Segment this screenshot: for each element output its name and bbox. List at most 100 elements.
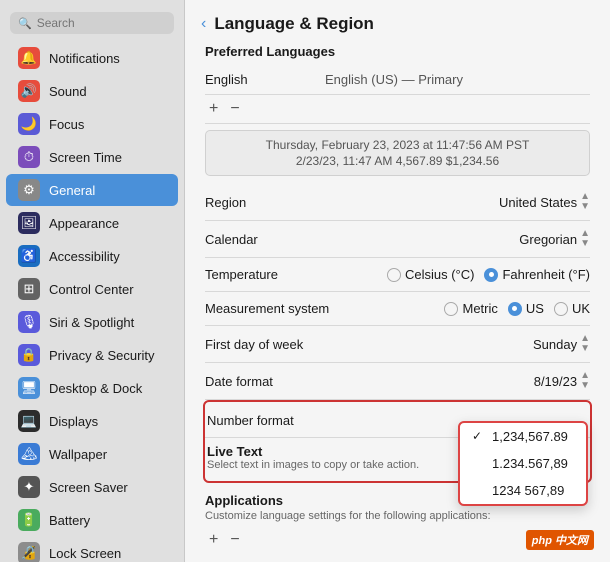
calendar-chevrons: ▲▼ <box>580 229 590 249</box>
region-select[interactable]: United States ▲▼ <box>499 192 590 212</box>
sidebar-item-label-screentime: Screen Time <box>49 150 122 165</box>
celsius-radio[interactable] <box>387 268 401 282</box>
sidebar-item-notifications[interactable]: 🔔 Notifications <box>6 42 178 74</box>
first-day-row: First day of week Sunday ▲▼ <box>205 326 590 363</box>
appearance-icon: 🖼 <box>18 212 40 234</box>
top-bar: ‹ Language & Region <box>185 0 610 44</box>
wallpaper-icon: 🏔 <box>18 443 40 465</box>
notifications-icon: 🔔 <box>18 47 40 69</box>
screensaver-icon: ✦ <box>18 476 40 498</box>
sidebar-item-label-wallpaper: Wallpaper <box>49 447 107 462</box>
desktop-icon: 🖥 <box>18 377 40 399</box>
focus-icon: 🌙 <box>18 113 40 135</box>
sidebar-item-siri[interactable]: 🎙 Siri & Spotlight <box>6 306 178 338</box>
sidebar-item-label-privacy: Privacy & Security <box>49 348 154 363</box>
measurement-radio-group: Metric US UK <box>444 301 590 316</box>
region-chevrons: ▲▼ <box>580 192 590 212</box>
calendar-row: Calendar Gregorian ▲▼ <box>205 221 590 258</box>
sidebar-item-privacy[interactable]: 🔒 Privacy & Security <box>6 339 178 371</box>
battery-icon: 🔋 <box>18 509 40 531</box>
metric-option[interactable]: Metric <box>444 301 497 316</box>
preferred-languages-title: Preferred Languages <box>205 44 590 59</box>
add-app-button[interactable]: + <box>205 532 222 548</box>
search-bar[interactable]: 🔍 <box>10 12 174 34</box>
sidebar-item-label-displays: Displays <box>49 414 98 429</box>
dropdown-item-us[interactable]: ✓ 1,234,567.89 <box>460 423 586 450</box>
first-day-value-container[interactable]: Sunday ▲▼ <box>365 334 590 354</box>
sidebar-item-wallpaper[interactable]: 🏔 Wallpaper <box>6 438 178 470</box>
search-input[interactable] <box>37 16 166 30</box>
date-format-row: Date format 8/19/23 ▲▼ <box>205 363 590 400</box>
first-day-chevrons: ▲▼ <box>580 334 590 354</box>
measurement-options: Metric US UK <box>365 301 590 316</box>
celsius-option[interactable]: Celsius (°C) <box>387 267 474 282</box>
content-area: Preferred Languages English English (US)… <box>185 44 610 562</box>
sidebar-item-general[interactable]: ⚙ General <box>6 174 178 206</box>
format-eu-label: 1.234.567,89 <box>492 456 568 471</box>
main-content: ‹ Language & Region Preferred Languages … <box>185 0 610 562</box>
calendar-select[interactable]: Gregorian ▲▼ <box>519 229 590 249</box>
sidebar-item-screentime[interactable]: ⏱ Screen Time <box>6 141 178 173</box>
date-format-select[interactable]: 8/19/23 ▲▼ <box>534 371 590 391</box>
sidebar-item-lockscreen[interactable]: 🔏 Lock Screen <box>6 537 178 562</box>
uk-option[interactable]: UK <box>554 301 590 316</box>
sidebar-item-label-sound: Sound <box>49 84 87 99</box>
first-day-select[interactable]: Sunday ▲▼ <box>533 334 590 354</box>
sound-icon: 🔊 <box>18 80 40 102</box>
fahrenheit-label: Fahrenheit (°F) <box>502 267 590 282</box>
us-option[interactable]: US <box>508 301 544 316</box>
sidebar-item-label-desktop: Desktop & Dock <box>49 381 142 396</box>
metric-label: Metric <box>462 301 497 316</box>
calendar-value: Gregorian <box>519 232 577 247</box>
preview-numbers: 2/23/23, 11:47 AM 4,567.89 $1,234.56 <box>218 154 577 168</box>
sidebar-item-accessibility[interactable]: ♿ Accessibility <box>6 240 178 272</box>
calendar-label: Calendar <box>205 232 365 247</box>
dropdown-item-space[interactable]: 1234 567,89 <box>460 477 586 504</box>
sidebar-item-screensaver[interactable]: ✦ Screen Saver <box>6 471 178 503</box>
region-row: Region United States ▲▼ <box>205 184 590 221</box>
accessibility-icon: ♿ <box>18 245 40 267</box>
sidebar: 🔍 🔔 Notifications 🔊 Sound 🌙 Focus ⏱ Scre… <box>0 0 185 562</box>
check-icon: ✓ <box>472 429 486 443</box>
remove-language-button[interactable]: − <box>226 101 243 117</box>
page-title: Language & Region <box>214 14 374 34</box>
lang-add-remove-row: + − <box>205 95 590 124</box>
preview-box: Thursday, February 23, 2023 at 11:47:56 … <box>205 130 590 176</box>
sidebar-item-label-controlcenter: Control Center <box>49 282 134 297</box>
sidebar-item-label-accessibility: Accessibility <box>49 249 120 264</box>
fahrenheit-radio[interactable] <box>484 268 498 282</box>
sidebar-item-focus[interactable]: 🌙 Focus <box>6 108 178 140</box>
add-language-button[interactable]: + <box>205 101 222 117</box>
uk-label: UK <box>572 301 590 316</box>
screentime-icon: ⏱ <box>18 146 40 168</box>
date-format-value-container[interactable]: 8/19/23 ▲▼ <box>365 371 590 391</box>
temperature-row: Temperature Celsius (°C) Fahrenheit (°F) <box>205 258 590 292</box>
region-value-container[interactable]: United States ▲▼ <box>365 192 590 212</box>
sidebar-item-battery[interactable]: 🔋 Battery <box>6 504 178 536</box>
sidebar-item-label-appearance: Appearance <box>49 216 119 231</box>
metric-radio[interactable] <box>444 302 458 316</box>
fahrenheit-option[interactable]: Fahrenheit (°F) <box>484 267 590 282</box>
sidebar-item-controlcenter[interactable]: ⊞ Control Center <box>6 273 178 305</box>
number-format-dropdown[interactable]: ✓ 1,234,567.89 1.234.567,89 1234 567,89 <box>458 421 588 506</box>
dropdown-item-eu[interactable]: 1.234.567,89 <box>460 450 586 477</box>
language-value: English (US) — Primary <box>325 72 463 87</box>
first-day-label: First day of week <box>205 337 365 352</box>
privacy-icon: 🔒 <box>18 344 40 366</box>
sidebar-item-appearance[interactable]: 🖼 Appearance <box>6 207 178 239</box>
us-radio[interactable] <box>508 302 522 316</box>
temperature-label: Temperature <box>205 267 365 282</box>
uk-radio[interactable] <box>554 302 568 316</box>
temperature-radio-group: Celsius (°C) Fahrenheit (°F) <box>387 267 590 282</box>
general-icon: ⚙ <box>18 179 40 201</box>
sidebar-item-label-battery: Battery <box>49 513 90 528</box>
sidebar-item-desktop[interactable]: 🖥 Desktop & Dock <box>6 372 178 404</box>
calendar-value-container[interactable]: Gregorian ▲▼ <box>365 229 590 249</box>
measurement-label: Measurement system <box>205 301 365 316</box>
temperature-options: Celsius (°C) Fahrenheit (°F) <box>365 267 590 282</box>
back-button[interactable]: ‹ <box>201 15 206 33</box>
sidebar-item-displays[interactable]: 💻 Displays <box>6 405 178 437</box>
remove-app-button[interactable]: − <box>226 532 243 548</box>
date-format-value: 8/19/23 <box>534 374 577 389</box>
sidebar-item-sound[interactable]: 🔊 Sound <box>6 75 178 107</box>
